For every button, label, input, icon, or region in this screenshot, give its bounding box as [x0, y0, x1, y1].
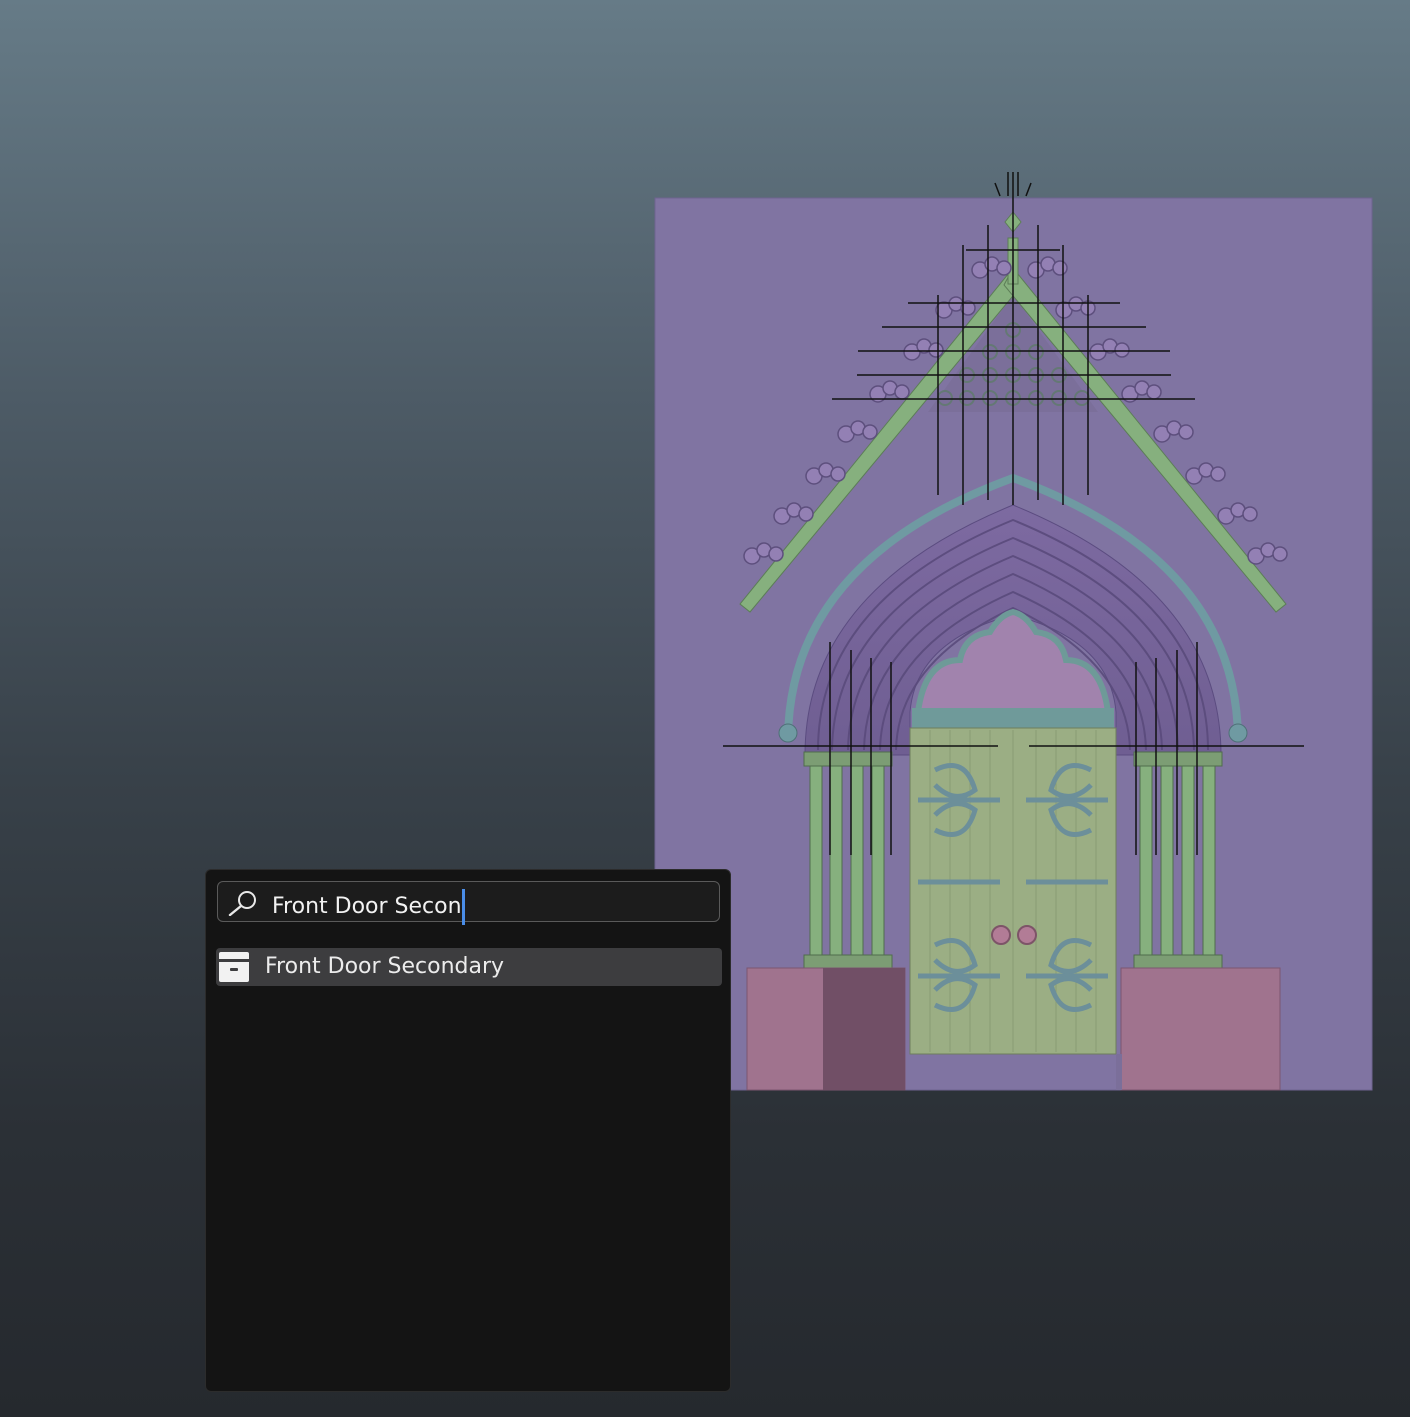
search-icon [228, 891, 256, 916]
text-caret [461, 889, 465, 925]
door-leaf [909, 727, 1117, 1055]
search-popup: Front Door Secon Front Door Secondary [205, 869, 731, 1392]
search-result-item[interactable]: Front Door Secondary [216, 948, 722, 986]
search-query-wrapper: Front Door Secon [272, 889, 465, 925]
search-input[interactable]: Front Door Secon [217, 881, 720, 925]
search-query: Front Door Secon [272, 894, 462, 919]
asset-box-icon [219, 952, 249, 982]
search-result-label: Front Door Secondary [265, 954, 505, 979]
